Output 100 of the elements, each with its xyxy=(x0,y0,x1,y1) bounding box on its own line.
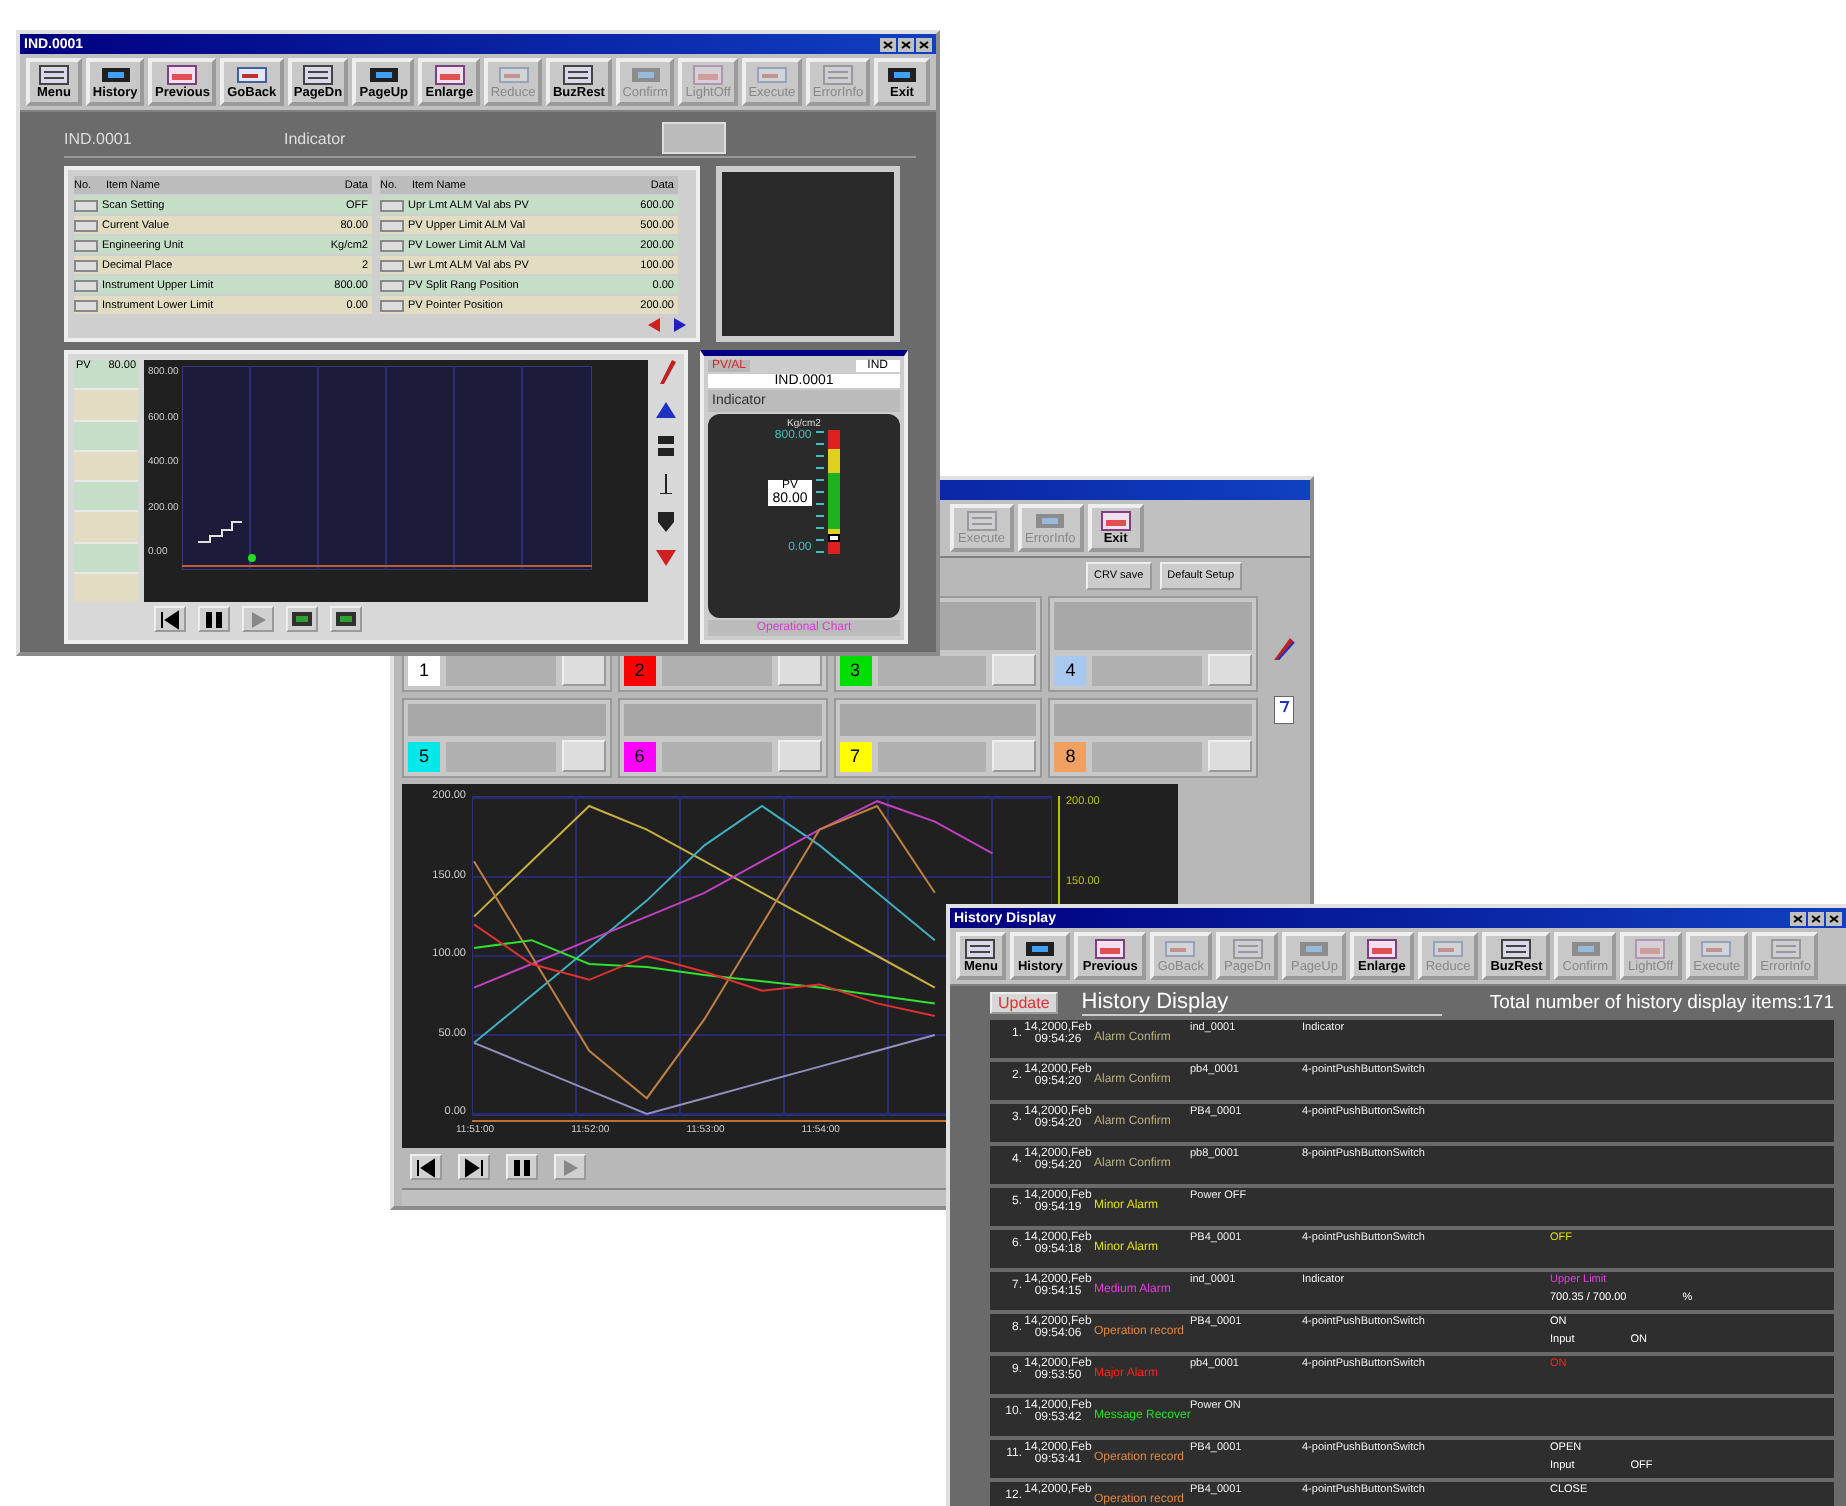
legend-row xyxy=(74,512,138,541)
toolbar-icon xyxy=(1231,938,1264,960)
value-panel xyxy=(1092,655,1202,685)
toolbar-icon xyxy=(1365,938,1398,960)
pen-number: 5 xyxy=(408,741,440,771)
left-arrow-icon xyxy=(644,318,664,332)
pencil-icon xyxy=(656,360,676,384)
play-icon xyxy=(248,609,268,629)
pen-button[interactable] xyxy=(1208,654,1252,686)
toolbar-icon xyxy=(433,64,466,86)
toolbar-icon xyxy=(1034,510,1067,532)
pen-number: 3 xyxy=(839,655,871,685)
trend-line xyxy=(197,521,244,543)
legend-row xyxy=(74,482,138,511)
number-button[interactable] xyxy=(380,279,404,291)
tag-description: Indicator xyxy=(284,129,346,147)
blank-button[interactable] xyxy=(662,122,726,154)
display-heading: History Display xyxy=(1081,989,1442,1015)
legend-row xyxy=(74,573,138,602)
toolbar-icon xyxy=(692,64,725,86)
toolbar-icon xyxy=(965,510,998,532)
skip-forward-icon xyxy=(464,1157,484,1177)
pen-button[interactable] xyxy=(992,654,1037,686)
play-icon xyxy=(560,1157,580,1177)
control-button[interactable] xyxy=(154,606,186,632)
number-button[interactable] xyxy=(380,299,404,311)
number-button[interactable] xyxy=(380,259,404,271)
value-panel xyxy=(877,741,987,771)
up-arrow-icon xyxy=(656,402,676,418)
pen-number: 1 xyxy=(408,655,440,685)
control-button[interactable] xyxy=(198,606,230,632)
number-button[interactable] xyxy=(74,199,98,211)
number-button[interactable] xyxy=(74,259,98,271)
item-count: Total number of history display items:171 xyxy=(1489,991,1834,1013)
pen-number: 6 xyxy=(623,741,656,771)
value-panel xyxy=(877,655,987,685)
skip-back-icon xyxy=(416,1157,436,1177)
toolbar-icon xyxy=(1164,938,1197,960)
number-button[interactable] xyxy=(74,239,98,251)
tag-name: IND.0001 xyxy=(64,129,134,147)
pause-icon xyxy=(512,1157,532,1177)
control-button[interactable] xyxy=(330,606,362,632)
pen-number: 7 xyxy=(839,741,871,771)
zoom-icon xyxy=(656,436,676,456)
toolbar-icon xyxy=(1024,938,1057,960)
toolbar-icon xyxy=(1634,938,1667,960)
monitor-icon xyxy=(336,609,356,629)
right-arrow-icon xyxy=(670,318,690,332)
toolbar-icon xyxy=(497,64,530,86)
value-panel xyxy=(661,655,771,685)
toolbar-icon xyxy=(562,64,595,86)
toolbar-icon xyxy=(1298,938,1331,960)
skip-back-icon xyxy=(160,609,180,629)
toolbar-icon xyxy=(1432,938,1465,960)
toolbar-icon xyxy=(166,64,199,86)
scale-ticks xyxy=(815,430,824,554)
toolbar-icon xyxy=(1569,938,1602,960)
control-button[interactable] xyxy=(506,1154,538,1180)
legend-row xyxy=(74,543,138,572)
pen-number: 4 xyxy=(1054,655,1087,685)
scale-icon xyxy=(656,474,676,494)
toolbar-icon xyxy=(301,64,334,86)
number-button[interactable] xyxy=(74,279,98,291)
number-button[interactable] xyxy=(74,299,98,311)
pen-button[interactable] xyxy=(561,654,606,686)
number-button[interactable] xyxy=(380,239,404,251)
control-button[interactable] xyxy=(458,1154,490,1180)
toolbar-icon xyxy=(755,64,788,86)
number-button[interactable] xyxy=(380,219,404,231)
number-button[interactable] xyxy=(74,219,98,231)
pen-button[interactable] xyxy=(992,740,1037,772)
value-panel xyxy=(1092,741,1202,771)
data-point xyxy=(248,554,257,562)
control-button[interactable] xyxy=(286,606,318,632)
value-panel xyxy=(661,741,771,771)
value-panel xyxy=(446,741,556,771)
toolbar-icon xyxy=(1700,938,1733,960)
toolbar-icon xyxy=(822,64,855,86)
pause-icon xyxy=(204,609,224,629)
pen-button[interactable] xyxy=(1208,740,1252,772)
toolbar-icon xyxy=(1769,938,1802,960)
pen-button[interactable] xyxy=(561,740,606,772)
toolbar-icon xyxy=(886,64,919,86)
monitor-icon xyxy=(292,609,312,629)
number-button[interactable] xyxy=(380,199,404,211)
legend-row xyxy=(74,390,138,419)
pencil-icon xyxy=(1272,636,1296,660)
toolbar-icon xyxy=(964,938,997,960)
toolbar-icon xyxy=(235,64,268,86)
legend-row xyxy=(74,451,138,480)
down-arrow-icon xyxy=(656,550,676,566)
toolbar-icon xyxy=(1099,510,1132,532)
control-button[interactable] xyxy=(410,1154,442,1180)
value-panel xyxy=(446,655,556,685)
pen-number: 2 xyxy=(623,655,656,685)
pen-button[interactable] xyxy=(777,740,821,772)
pen-button[interactable] xyxy=(777,654,821,686)
toolbar-icon xyxy=(629,64,662,86)
legend-row xyxy=(74,421,138,450)
toolbar-icon xyxy=(99,64,132,86)
